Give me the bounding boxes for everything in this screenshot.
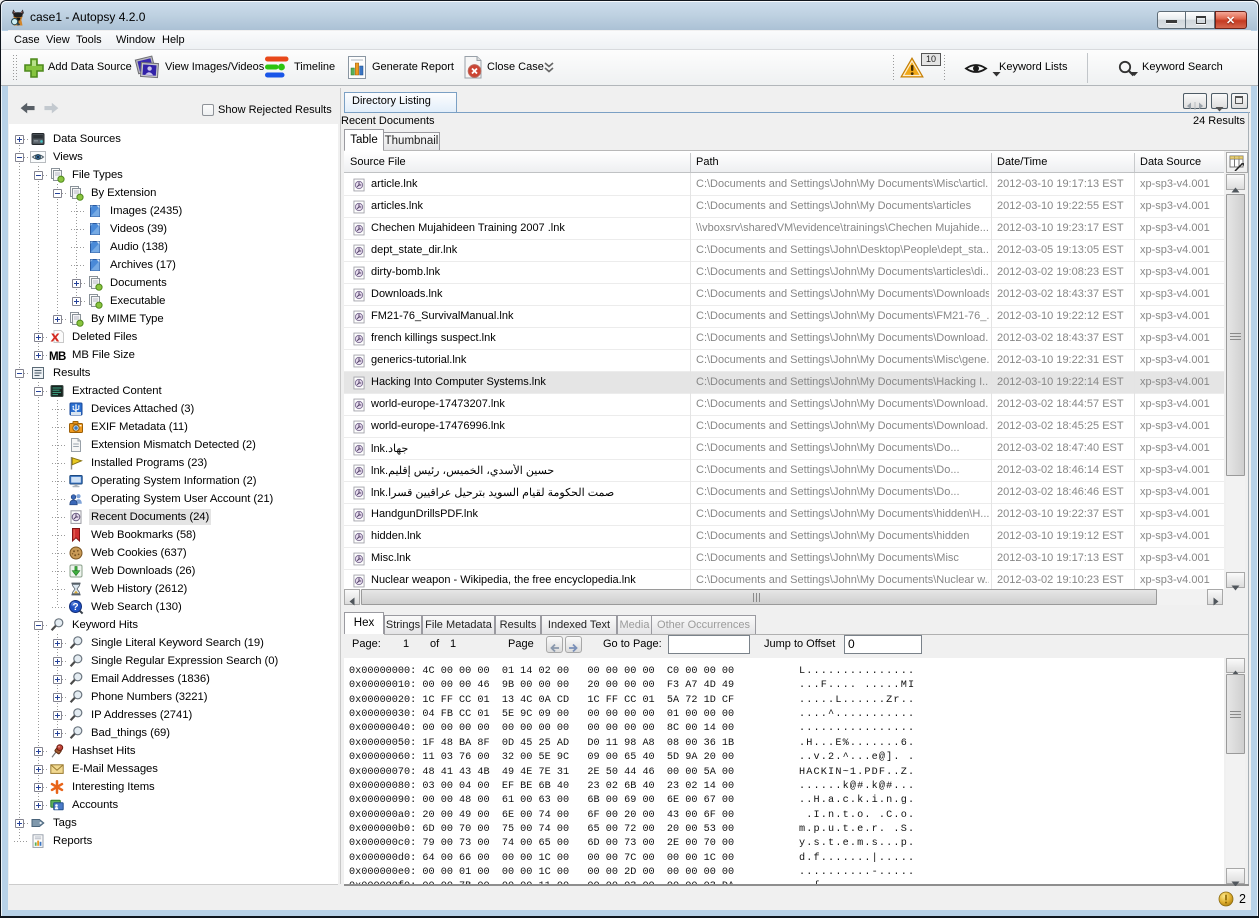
svg-text:?: ? bbox=[72, 602, 78, 613]
